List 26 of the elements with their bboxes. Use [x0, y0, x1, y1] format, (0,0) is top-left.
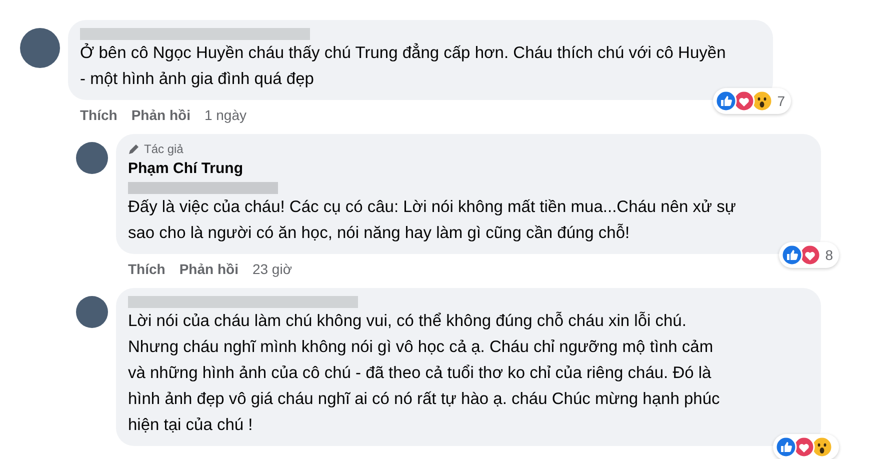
comment-action-link[interactable]: Phản hồi [131, 104, 190, 126]
reaction-summary[interactable] [773, 434, 839, 459]
reaction-count: 7 [777, 92, 785, 110]
comment-text: Nhưng cháu nghĩ mình không nói gì vô học cả ạ. Cháu chỉ ngưỡng mộ tình cảm [128, 337, 714, 358]
comment-text: Ở bên cô Ngọc Huyền cháu thấy chú Trung đẳng cấp hơn. Cháu thích chú với cô Huyền [80, 42, 727, 64]
comment-action-link[interactable]: Phản hồi [179, 258, 238, 280]
author-label: Tác giả [144, 141, 184, 158]
comment-text: - một hình ảnh gia đình quá đẹp [80, 69, 315, 90]
avatar[interactable] [20, 28, 60, 68]
comment-text: hiện tại của chú ! [128, 415, 254, 436]
comment-action-link[interactable]: Thích [128, 258, 166, 280]
avatar[interactable] [76, 296, 108, 328]
commenter-name[interactable]: Phạm Chí Trung [128, 158, 809, 180]
comment-text: Đấy là việc của cháu! Các cụ có câu: Lời nói không mất tiền mua...Cháu nên xử sự [128, 197, 737, 218]
comment-text: sao cho là người có ăn học, nói năng hay làm gì cũng cần đúng chỗ! [128, 222, 631, 244]
comment-time: 1 ngày [204, 106, 247, 125]
pen-icon [128, 143, 140, 155]
comment-text: hình ảnh đẹp vô giá cháu nghĩ ai có nó rất tự hào ạ. cháu Chúc mừng hạnh phúc [128, 389, 721, 410]
comment-text: và những hình ảnh của cô chú - đã theo cả tuổi thơ ko chỉ của riêng cháu. Đó là [128, 363, 712, 384]
comment-time: 23 giờ [252, 260, 292, 279]
reaction-summary[interactable]: 7 [713, 88, 791, 114]
reaction-summary[interactable]: 8 [779, 242, 839, 268]
reaction-count: 8 [825, 246, 833, 264]
avatar[interactable] [76, 142, 108, 174]
comment-text: Lời nói của cháu làm chú không vui, có thể không đúng chỗ cháu xin lỗi chú. [128, 310, 688, 332]
comment-action-link[interactable]: Thích [80, 104, 118, 126]
